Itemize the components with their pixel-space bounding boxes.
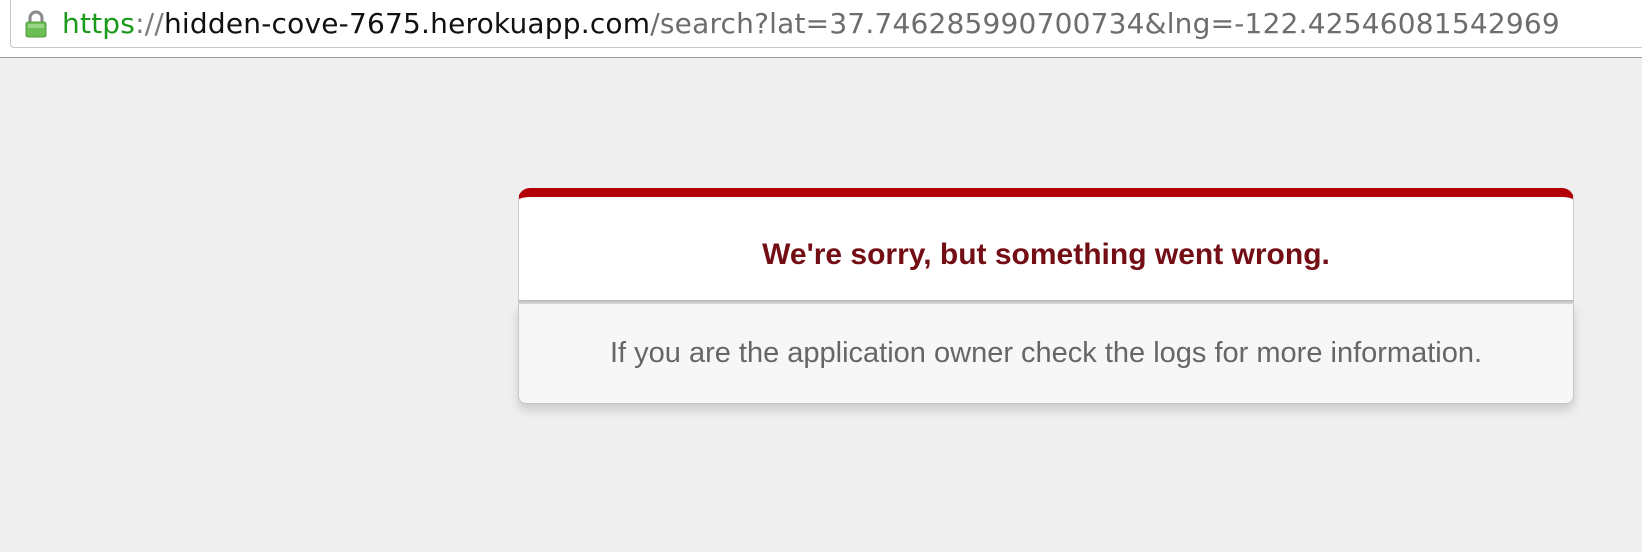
error-body: If you are the application owner check t… [518, 304, 1574, 404]
error-dialog: We're sorry, but something went wrong. I… [518, 188, 1574, 404]
url-path: /search?lat=37.746285990700734&lng=-122.… [650, 6, 1560, 40]
url-text[interactable]: https://hidden-cove-7675.herokuapp.com/s… [62, 0, 1560, 48]
error-header: We're sorry, but something went wrong. [518, 188, 1574, 300]
error-title: We're sorry, but something went wrong. [762, 238, 1330, 271]
url-scheme: https [62, 6, 136, 40]
url-field[interactable]: https://hidden-cove-7675.herokuapp.com/s… [10, 0, 1642, 48]
browser-address-bar: https://hidden-cove-7675.herokuapp.com/s… [0, 0, 1642, 58]
lock-icon[interactable] [24, 10, 48, 38]
url-host: hidden-cove-7675.herokuapp.com [163, 6, 651, 40]
url-separator: :// [135, 6, 164, 40]
error-message: If you are the application owner check t… [609, 337, 1483, 369]
